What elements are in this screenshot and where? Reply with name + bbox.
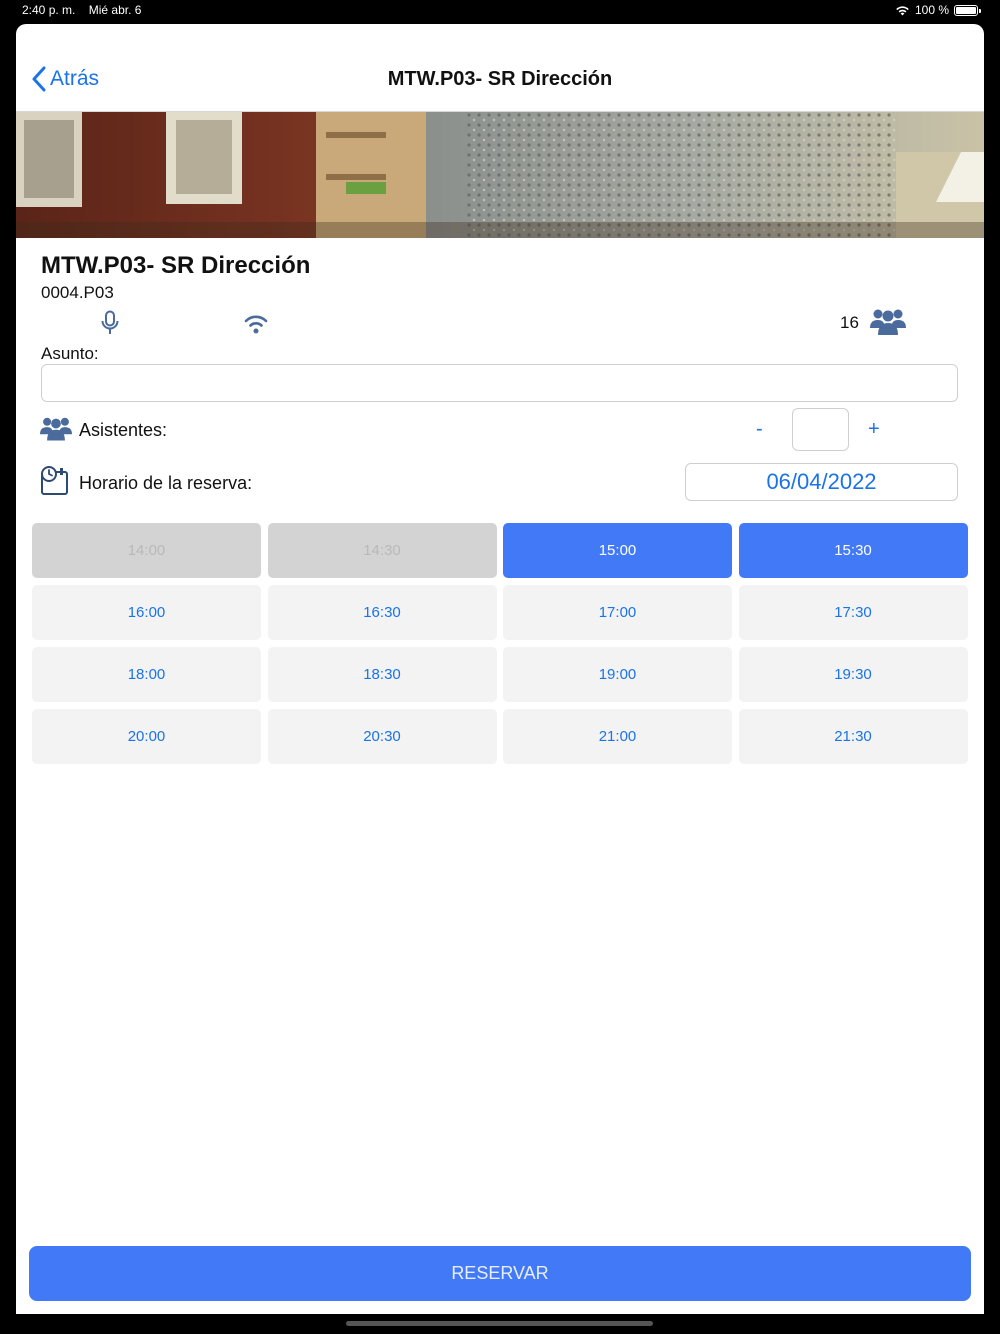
time-slot-1430: 14:30 <box>267 523 497 578</box>
decrement-button[interactable]: - <box>756 418 763 441</box>
wifi-status-icon <box>896 5 909 15</box>
time-slot-1830[interactable]: 18:30 <box>267 647 497 702</box>
time-slot-1700[interactable]: 17:00 <box>503 585 732 640</box>
navbar: Atrás MTW.P03- SR Dirección <box>16 24 984 112</box>
time-slot-1900[interactable]: 19:00 <box>503 647 732 702</box>
booking-sheet: Atrás MTW.P03- SR Dirección MTW.P03- SR … <box>16 24 984 1314</box>
time-slot-grid: 14:00 14:30 15:00 15:30 16:00 16:30 17:00 17:30… <box>32 523 968 764</box>
wifi-icon <box>244 315 268 334</box>
time-slot-2130[interactable]: 21:30 <box>738 709 968 764</box>
room-name: MTW.P03- SR Dirección <box>41 252 311 279</box>
time-slot-2030[interactable]: 20:30 <box>267 709 497 764</box>
time-slot-1600[interactable]: 16:00 <box>32 585 261 640</box>
status-time-date: 2:40 p. m. Mié abr. 6 <box>22 3 141 17</box>
status-date: Mié abr. 6 <box>88 3 142 17</box>
battery-icon <box>954 4 981 16</box>
horario-label: Horario de la reserva: <box>79 473 253 493</box>
room-photo-image <box>16 112 984 238</box>
date-picker[interactable]: 06/04/2022 <box>685 463 958 501</box>
time-slot-1800[interactable]: 18:00 <box>32 647 261 702</box>
calendar-clock-icon <box>41 466 68 495</box>
microphone-icon <box>101 310 119 334</box>
battery-percent: 100 % <box>914 3 949 17</box>
time-slot-1930[interactable]: 19:30 <box>738 647 968 702</box>
time-slot-2000[interactable]: 20:00 <box>32 709 261 764</box>
status-right: 100 % <box>895 3 981 17</box>
time-slot-1500[interactable]: 15:00 <box>503 523 732 578</box>
room-code: 0004.P03 <box>41 283 114 302</box>
capacity-value: 16 <box>840 313 859 332</box>
attendees-input[interactable] <box>792 408 849 451</box>
status-bar: 2:40 p. m. Mié abr. 6 100 % <box>0 0 1000 22</box>
status-time: 2:40 p. m. <box>22 3 76 17</box>
increment-button[interactable]: + <box>868 418 880 441</box>
time-slot-1730[interactable]: 17:30 <box>738 585 968 640</box>
attendees-icon <box>40 417 72 441</box>
time-slot-1530[interactable]: 15:30 <box>738 523 968 578</box>
time-slot-1630[interactable]: 16:30 <box>267 585 497 640</box>
reserve-button[interactable]: RESERVAR <box>29 1246 971 1301</box>
time-slot-1400: 14:00 <box>32 523 261 578</box>
asunto-input[interactable] <box>41 364 958 402</box>
time-slot-2100[interactable]: 21:00 <box>503 709 732 764</box>
asunto-label: Asunto: <box>41 344 99 363</box>
group-icon <box>870 309 906 335</box>
home-indicator <box>346 1321 653 1326</box>
room-photo <box>16 112 984 238</box>
asistentes-label: Asistentes: <box>79 420 168 440</box>
nav-title: MTW.P03- SR Dirección <box>387 68 613 90</box>
